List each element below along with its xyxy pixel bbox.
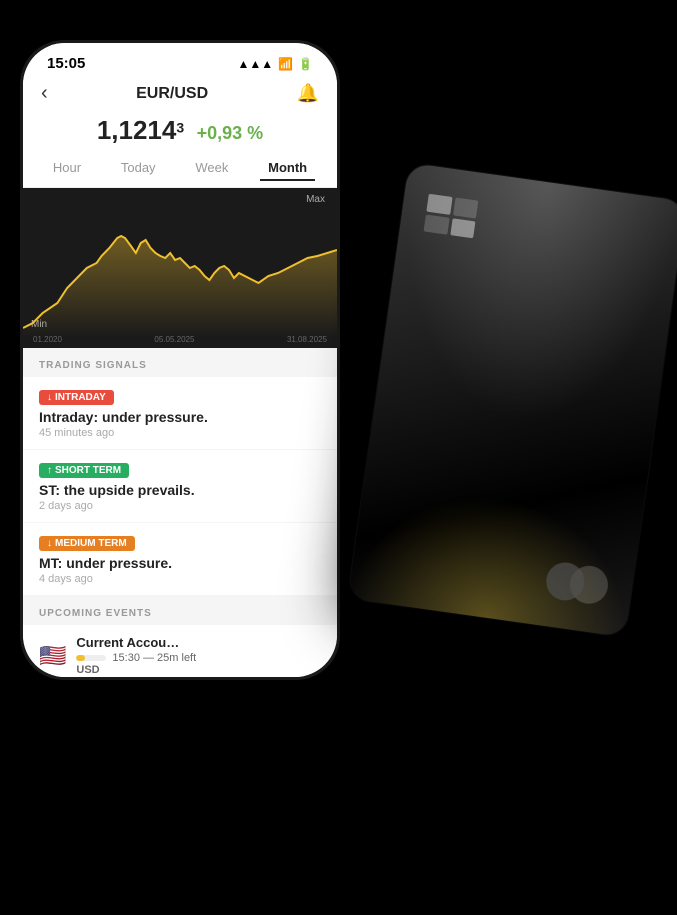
tabs-bar: Hour Today Week Month [23, 154, 337, 188]
badge-arrow-up: ↑ [47, 465, 52, 476]
signal-item-intraday: ↓INTRADAY Intraday: under pressure. 45 m… [23, 377, 337, 449]
wifi-icon: 📶 [278, 57, 293, 71]
signal-title-short-term: ST: the upside prevails. [39, 482, 321, 498]
card-glow [348, 480, 642, 638]
page-title: EUR/USD [136, 85, 208, 103]
event-currency: USD [76, 664, 321, 676]
card-network-logo [544, 560, 611, 606]
back-button[interactable]: ‹ [41, 82, 48, 105]
chart-area: Max Min 01.2020 05.05.2 [23, 188, 337, 348]
card-chip [424, 194, 479, 239]
badge-short-term: ↑SHORT TERM [39, 463, 129, 478]
event-progress-fill [76, 655, 85, 661]
event-item-current-account: 🇺🇸 Current Accou… 15:30 — 25m left USD [23, 625, 337, 677]
signal-title-medium-term: MT: under pressure. [39, 555, 321, 571]
event-time-row: 15:30 — 25m left [76, 652, 321, 664]
badge-medium-term: ↓MEDIUM TERM [39, 536, 135, 551]
scene: 15:05 ▲▲▲ 📶 🔋 ‹ EUR/USD 🔔 1,12143 +0,93 … [0, 0, 677, 915]
signal-time-intraday: 45 minutes ago [39, 427, 321, 439]
phone: 15:05 ▲▲▲ 📶 🔋 ‹ EUR/USD 🔔 1,12143 +0,93 … [20, 40, 340, 680]
status-bar: 15:05 ▲▲▲ 📶 🔋 [23, 43, 337, 76]
tab-today[interactable]: Today [113, 156, 164, 181]
price-row: 1,12143 +0,93 % [23, 109, 337, 154]
credit-card [348, 163, 677, 638]
event-progress-bar [76, 655, 106, 661]
status-time: 15:05 [47, 55, 85, 72]
price-superscript: 3 [176, 120, 184, 136]
badge-arrow-down: ↓ [47, 392, 52, 403]
event-title: Current Accou… [76, 635, 321, 650]
status-icons: ▲▲▲ 📶 🔋 [237, 57, 313, 71]
chip-cell-1 [426, 194, 452, 215]
price-value: 1,1214 [97, 115, 177, 145]
chip-cell-2 [453, 197, 479, 218]
price-change: +0,93 % [197, 123, 264, 143]
signal-title-intraday: Intraday: under pressure. [39, 409, 321, 425]
badge-arrow-down-2: ↓ [47, 538, 52, 549]
event-time-text: 15:30 — 25m left [112, 652, 196, 664]
phone-screen: 15:05 ▲▲▲ 📶 🔋 ‹ EUR/USD 🔔 1,12143 +0,93 … [23, 43, 337, 677]
chart-date-1: 01.2020 [33, 335, 62, 344]
event-info: Current Accou… 15:30 — 25m left USD [76, 635, 321, 676]
signal-item-medium-term: ↓MEDIUM TERM MT: under pressure. 4 days … [23, 523, 337, 595]
chart-svg [23, 188, 337, 348]
badge-intraday: ↓INTRADAY [39, 390, 114, 405]
bell-icon[interactable]: 🔔 [297, 83, 319, 104]
upcoming-events-label: UPCOMING EVENTS [23, 596, 337, 625]
trading-signals-label: TRADING SIGNALS [23, 348, 337, 377]
card-highlight [375, 163, 677, 442]
chart-date-3: 31.08.2025 [287, 335, 327, 344]
content-area: TRADING SIGNALS ↓INTRADAY Intraday: unde… [23, 348, 337, 677]
tab-hour[interactable]: Hour [45, 156, 89, 181]
chart-dates: 01.2020 05.05.2025 31.08.2025 [33, 335, 327, 344]
tab-week[interactable]: Week [187, 156, 236, 181]
signal-time-medium-term: 4 days ago [39, 573, 321, 585]
chart-date-2: 05.05.2025 [154, 335, 194, 344]
signal-time-short-term: 2 days ago [39, 500, 321, 512]
chip-cell-3 [424, 214, 450, 235]
tab-month[interactable]: Month [260, 156, 315, 181]
battery-icon: 🔋 [298, 57, 313, 71]
chip-cell-4 [450, 218, 476, 239]
signal-item-short-term: ↑SHORT TERM ST: the upside prevails. 2 d… [23, 450, 337, 522]
flag-icon-us: 🇺🇸 [39, 643, 66, 669]
header: ‹ EUR/USD 🔔 [23, 76, 337, 109]
signal-icon: ▲▲▲ [237, 57, 273, 71]
